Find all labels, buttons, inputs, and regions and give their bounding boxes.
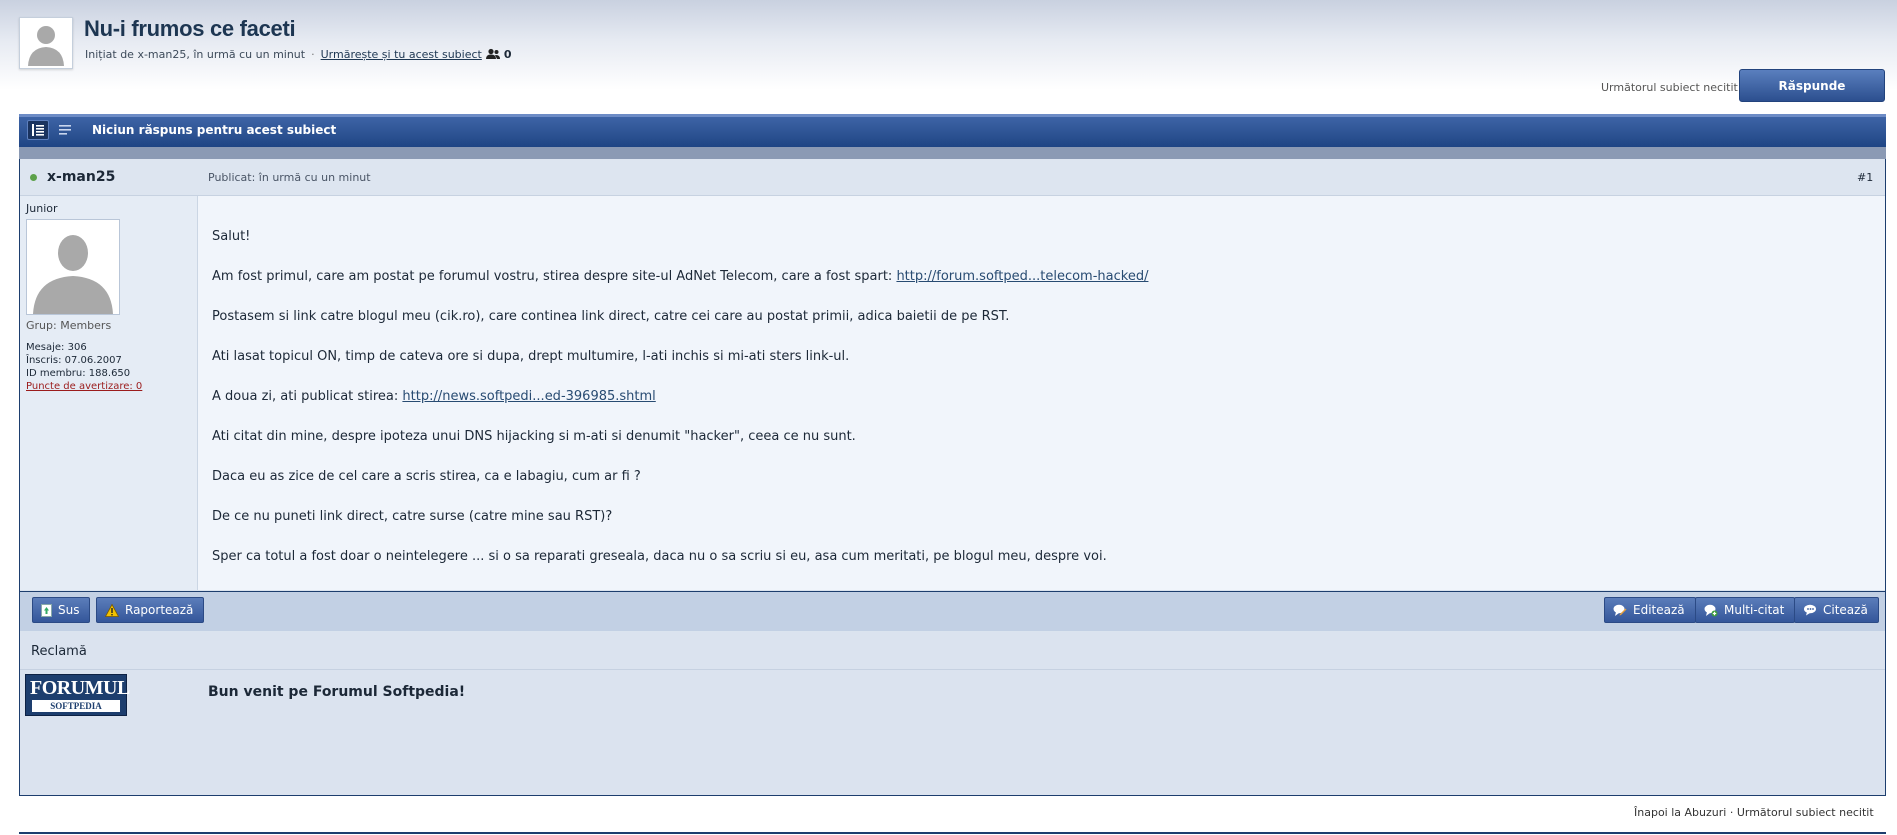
member-stats: Mesaje: 306 Înscris: 07.06.2007 ID membr… (26, 341, 142, 393)
post-paragraph: Daca eu as zice de cel care a scris stir… (212, 469, 641, 484)
edit-label: Editează (1633, 603, 1685, 617)
page-title: Nu-i frumos ce faceti (84, 16, 296, 41)
report-button[interactable]: Raportează (96, 597, 205, 623)
forum-thread-link[interactable]: http://forum.softped...telecom-hacked/ (896, 269, 1148, 284)
post-number-link[interactable]: #1 (1857, 171, 1873, 184)
footer-divider (19, 832, 1886, 834)
multiquote-icon (1704, 604, 1718, 616)
topic-starter-avatar[interactable] (19, 17, 73, 69)
post-author[interactable]: x-man25 (47, 169, 115, 185)
post-paragraph: Sper ca totul a fost doar o neintelegere… (212, 549, 1107, 564)
ad-header (20, 632, 1885, 670)
post-content: Salut! Am fost primul, care am postat pe… (212, 227, 1852, 587)
post-date: Publicat: în urmă cu un minut (208, 171, 371, 184)
post-paragraph: Am fost primul, care am postat pe forumu… (212, 269, 1149, 284)
next-unread-link[interactable]: Următorul subiect necitit (1601, 81, 1738, 94)
topic-meta: Inițiat de x-man25, în urmă cu un minut ·… (85, 48, 512, 61)
followers-icon (485, 48, 500, 59)
multiquote-label: Multi-citat (1724, 603, 1785, 617)
back-to-top-button[interactable]: Sus (32, 597, 91, 623)
view-mode-list-button[interactable] (27, 120, 49, 140)
topic-bar-divider (19, 147, 1886, 159)
followers-count: 0 (503, 48, 512, 61)
list-view-icon (32, 124, 44, 136)
post-paragraph: De ce nu puneti link direct, catre surse… (212, 509, 613, 524)
footer-nav: Înapoi la Abuzuri · Următorul subiect ne… (1634, 806, 1874, 819)
post-paragraph: Ati lasat topicul ON, timp de cateva ore… (212, 349, 850, 364)
quote-button[interactable]: Citează (1794, 597, 1879, 623)
text-view-icon (59, 125, 71, 135)
ad-label: Reclamă (31, 644, 87, 659)
online-status-icon (30, 174, 37, 181)
news-article-link[interactable]: http://news.softpedi...ed-396985.shtml (402, 389, 655, 404)
page-up-icon (41, 603, 52, 617)
post-paragraph: Ati citat din mine, despre ipoteza unui … (212, 429, 856, 444)
topic-bar-title: Niciun răspuns pentru acest subiect (92, 123, 337, 137)
member-posts-count: Mesaje: 306 (26, 342, 87, 353)
forum-logo[interactable]: FORUMUL SOFTPEDIA (25, 674, 130, 716)
quote-icon (1804, 604, 1816, 616)
footer-next-unread-link[interactable]: Următorul subiect necitit (1737, 806, 1874, 819)
multiquote-button[interactable]: Multi-citat (1695, 597, 1796, 623)
member-joined-date: Înscris: 07.06.2007 (26, 355, 122, 366)
view-mode-standard-button[interactable] (54, 120, 76, 140)
welcome-message: Bun venit pe Forumul Softpedia! (208, 684, 466, 700)
edit-icon (1613, 604, 1627, 616)
warning-icon (105, 603, 119, 617)
author-avatar[interactable] (26, 219, 120, 315)
member-id: ID membru: 188.650 (26, 368, 131, 379)
back-to-top-label: Sus (58, 603, 80, 617)
post-paragraph: Postasem si link catre blogul meu (cik.r… (212, 309, 1010, 324)
reply-button[interactable]: Răspunde (1739, 69, 1885, 102)
back-to-forum-link[interactable]: Înapoi la Abuzuri (1634, 806, 1726, 819)
post-paragraph: A doua zi, ati publicat stirea: http://n… (212, 389, 656, 404)
member-rank: Junior (26, 202, 58, 215)
member-group: Grup: Members (26, 319, 112, 332)
warning-points-link[interactable]: Puncte de avertizare: 0 (26, 381, 142, 392)
report-label: Raportează (125, 603, 194, 617)
follow-topic-link[interactable]: Urmărește și tu acest subiect (321, 48, 482, 61)
post-paragraph: Salut! (212, 229, 251, 244)
quote-label: Citează (1823, 603, 1868, 617)
topic-started-by: Inițiat de x-man25, în urmă cu un minut (85, 48, 306, 61)
edit-button[interactable]: Editează (1604, 597, 1696, 623)
